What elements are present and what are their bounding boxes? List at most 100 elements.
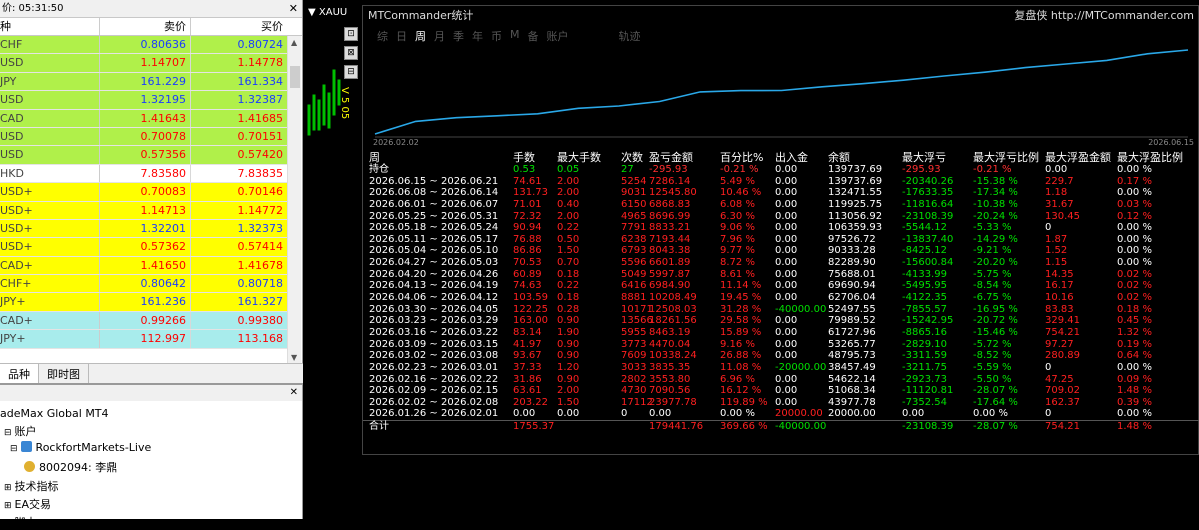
symbol-cell: USD	[0, 127, 100, 146]
table-cell: 2.00	[557, 175, 580, 187]
table-cell: 16.17	[1045, 280, 1074, 292]
market-watch-row[interactable]: USD+ 0.57362 0.57414	[0, 238, 287, 257]
symbol-cell: USD+	[0, 201, 100, 219]
bid-cell: 1.32195	[100, 91, 191, 109]
equity-curve-chart	[374, 49, 1189, 138]
column-ask[interactable]: 买价	[191, 18, 287, 35]
ask-cell: 1.41685	[237, 111, 284, 125]
table-cell: 47.25	[1045, 373, 1074, 385]
table-cell: 61727.96	[828, 326, 876, 338]
table-cell: 0.19 %	[1117, 338, 1152, 350]
tree-indicators-label: 技术指标	[14, 480, 59, 493]
scroll-down-icon[interactable]: ▼	[291, 353, 297, 362]
table-cell: 2026.02.23 ~ 2026.03.01	[369, 361, 499, 373]
tree-server[interactable]: ⊟ RockfortMarkets-Live	[10, 441, 151, 454]
navigator-root[interactable]: adeMax Global MT4	[0, 407, 109, 420]
market-watch-row[interactable]: USD+ 0.70083 0.70146	[0, 183, 287, 202]
table-cell: 0.90	[557, 315, 580, 327]
symbol-cell: JPY+	[0, 330, 100, 348]
table-cell: 持仓	[369, 164, 389, 175]
market-watch-row[interactable]: JPY+ 161.236 161.327	[0, 293, 287, 312]
ask-cell: 1.41678	[237, 258, 284, 272]
toolbar-button-3[interactable]: ⊟	[344, 65, 358, 79]
column-bid[interactable]: 卖价	[100, 18, 191, 35]
table-cell: 2026.03.16 ~ 2026.03.22	[369, 326, 499, 338]
table-cell: -17.34 %	[973, 187, 1018, 199]
table-cell: 2802	[621, 373, 647, 385]
table-cell: -10.38 %	[973, 198, 1018, 210]
table-cell: 4470.04	[649, 338, 691, 350]
tree-accounts[interactable]: ⊟ 账户	[4, 423, 37, 439]
collapse-icon[interactable]: ⊟	[4, 428, 12, 438]
toolbar-button-2[interactable]: ⊠	[344, 46, 358, 60]
table-cell: -5.75 %	[973, 268, 1012, 280]
market-watch-row[interactable]: CAD 1.41643 1.41685	[0, 109, 287, 128]
market-watch-row[interactable]: CHF+ 0.80642 0.80718	[0, 275, 287, 294]
table-cell: 2026.05.18 ~ 2026.05.24	[369, 222, 499, 234]
table-cell: -5.33 %	[973, 222, 1012, 234]
close-icon[interactable]: ✕	[289, 0, 298, 18]
tab-tick-chart[interactable]: 即时图	[39, 364, 89, 383]
market-watch-row[interactable]: USD 0.70078 0.70151	[0, 127, 287, 147]
table-cell: 0.18	[557, 268, 580, 280]
table-cell: -13837.40	[902, 233, 954, 245]
table-cell: -5544.12	[902, 222, 947, 234]
tree-scripts[interactable]: ⊞ 脚本	[4, 514, 37, 530]
table-cell: 70.53	[513, 257, 542, 269]
table-cell: 2026.03.23 ~ 2026.03.29	[369, 315, 499, 327]
market-watch-row[interactable]: CAD+ 1.41650 1.41678	[0, 256, 287, 276]
market-watch-row[interactable]: JPY 161.229 161.334	[0, 72, 287, 92]
scrollbar[interactable]: ▲ ▼	[287, 36, 301, 364]
tree-indicators[interactable]: ⊞ 技术指标	[4, 478, 59, 494]
toolbar-button-1[interactable]: ⊡	[344, 27, 358, 41]
table-cell: 0.00 %	[1117, 361, 1152, 373]
table-cell: -28.07 %	[973, 421, 1018, 433]
market-watch-row[interactable]: USD 0.57356 0.57420	[0, 146, 287, 165]
scrollbar-thumb[interactable]	[290, 66, 300, 88]
table-cell: 最大浮盈金额	[1045, 151, 1111, 164]
market-watch-row[interactable]: USD+ 1.14713 1.14772	[0, 201, 287, 220]
table-cell: 203.22	[513, 396, 548, 408]
table-cell: 162.37	[1045, 396, 1080, 408]
table-cell: 0.45 %	[1117, 315, 1152, 327]
tree-account[interactable]: 8002094: 李鼎	[24, 459, 117, 475]
table-row: 2026.03.09 ~ 2026.03.15 41.97 0.90 3773 4470…	[363, 339, 1199, 351]
table-cell: 6.30 %	[720, 210, 755, 222]
table-cell: 83.83	[1045, 303, 1074, 315]
scroll-up-icon[interactable]: ▲	[291, 38, 297, 47]
table-cell: 0.00 %	[1117, 222, 1152, 234]
chart-window[interactable]: ▼ XAUU ⊡ ⊠ ⊟ V 5 05 MTCommander统计 复盘侠 ht…	[306, 5, 1199, 519]
table-cell: 7090.56	[649, 385, 691, 397]
tree-ea[interactable]: ⊞ EA交易	[4, 496, 51, 512]
bid-cell: 1.41643	[100, 109, 191, 127]
expand-icon[interactable]: ⊞	[4, 501, 12, 511]
market-watch-row[interactable]: USD 1.14707 1.14778	[0, 54, 287, 73]
table-cell: 0.00	[775, 385, 798, 397]
market-watch-row[interactable]: USD+ 1.32201 1.32373	[0, 219, 287, 239]
table-cell: 0.00 %	[1117, 408, 1152, 420]
close-icon[interactable]: ✕	[290, 385, 298, 401]
market-watch-row[interactable]: USD 1.32195 1.32387	[0, 91, 287, 110]
table-cell: -295.93	[902, 164, 941, 175]
table-cell: 0.18 %	[1117, 303, 1152, 315]
table-cell: 10.16	[1045, 292, 1074, 304]
table-cell: -5495.95	[902, 280, 947, 292]
expand-icon[interactable]: ⊞	[4, 519, 12, 529]
table-cell: 9.77 %	[720, 245, 755, 257]
tab-symbols[interactable]: 品种	[0, 364, 39, 383]
brand-link[interactable]: 复盘侠 http://MTCommander.com	[1014, 6, 1194, 26]
bid-cell: 0.80642	[100, 275, 191, 293]
navigator-root-label: adeMax Global MT4	[0, 407, 109, 420]
market-watch-row[interactable]: CHF 0.80636 0.80724	[0, 36, 287, 55]
market-watch-row[interactable]: JPY+ 112.997 113.168	[0, 330, 287, 349]
table-cell: 97526.72	[828, 233, 876, 245]
table-row: 2026.01.26 ~ 2026.02.01 0.00 0.00 0 0.00 0.00…	[363, 408, 1199, 420]
market-watch-row[interactable]: HKD 7.83580 7.83835	[0, 164, 287, 184]
market-watch-row[interactable]: CAD+ 0.99266 0.99380	[0, 311, 287, 331]
expand-icon[interactable]: ⊞	[4, 483, 12, 493]
column-symbol[interactable]: 种	[0, 18, 100, 35]
collapse-icon[interactable]: ⊟	[10, 444, 18, 454]
table-cell: 90333.28	[828, 245, 876, 257]
table-cell: 18261.56	[649, 315, 697, 327]
bid-cell: 0.70078	[100, 127, 191, 146]
